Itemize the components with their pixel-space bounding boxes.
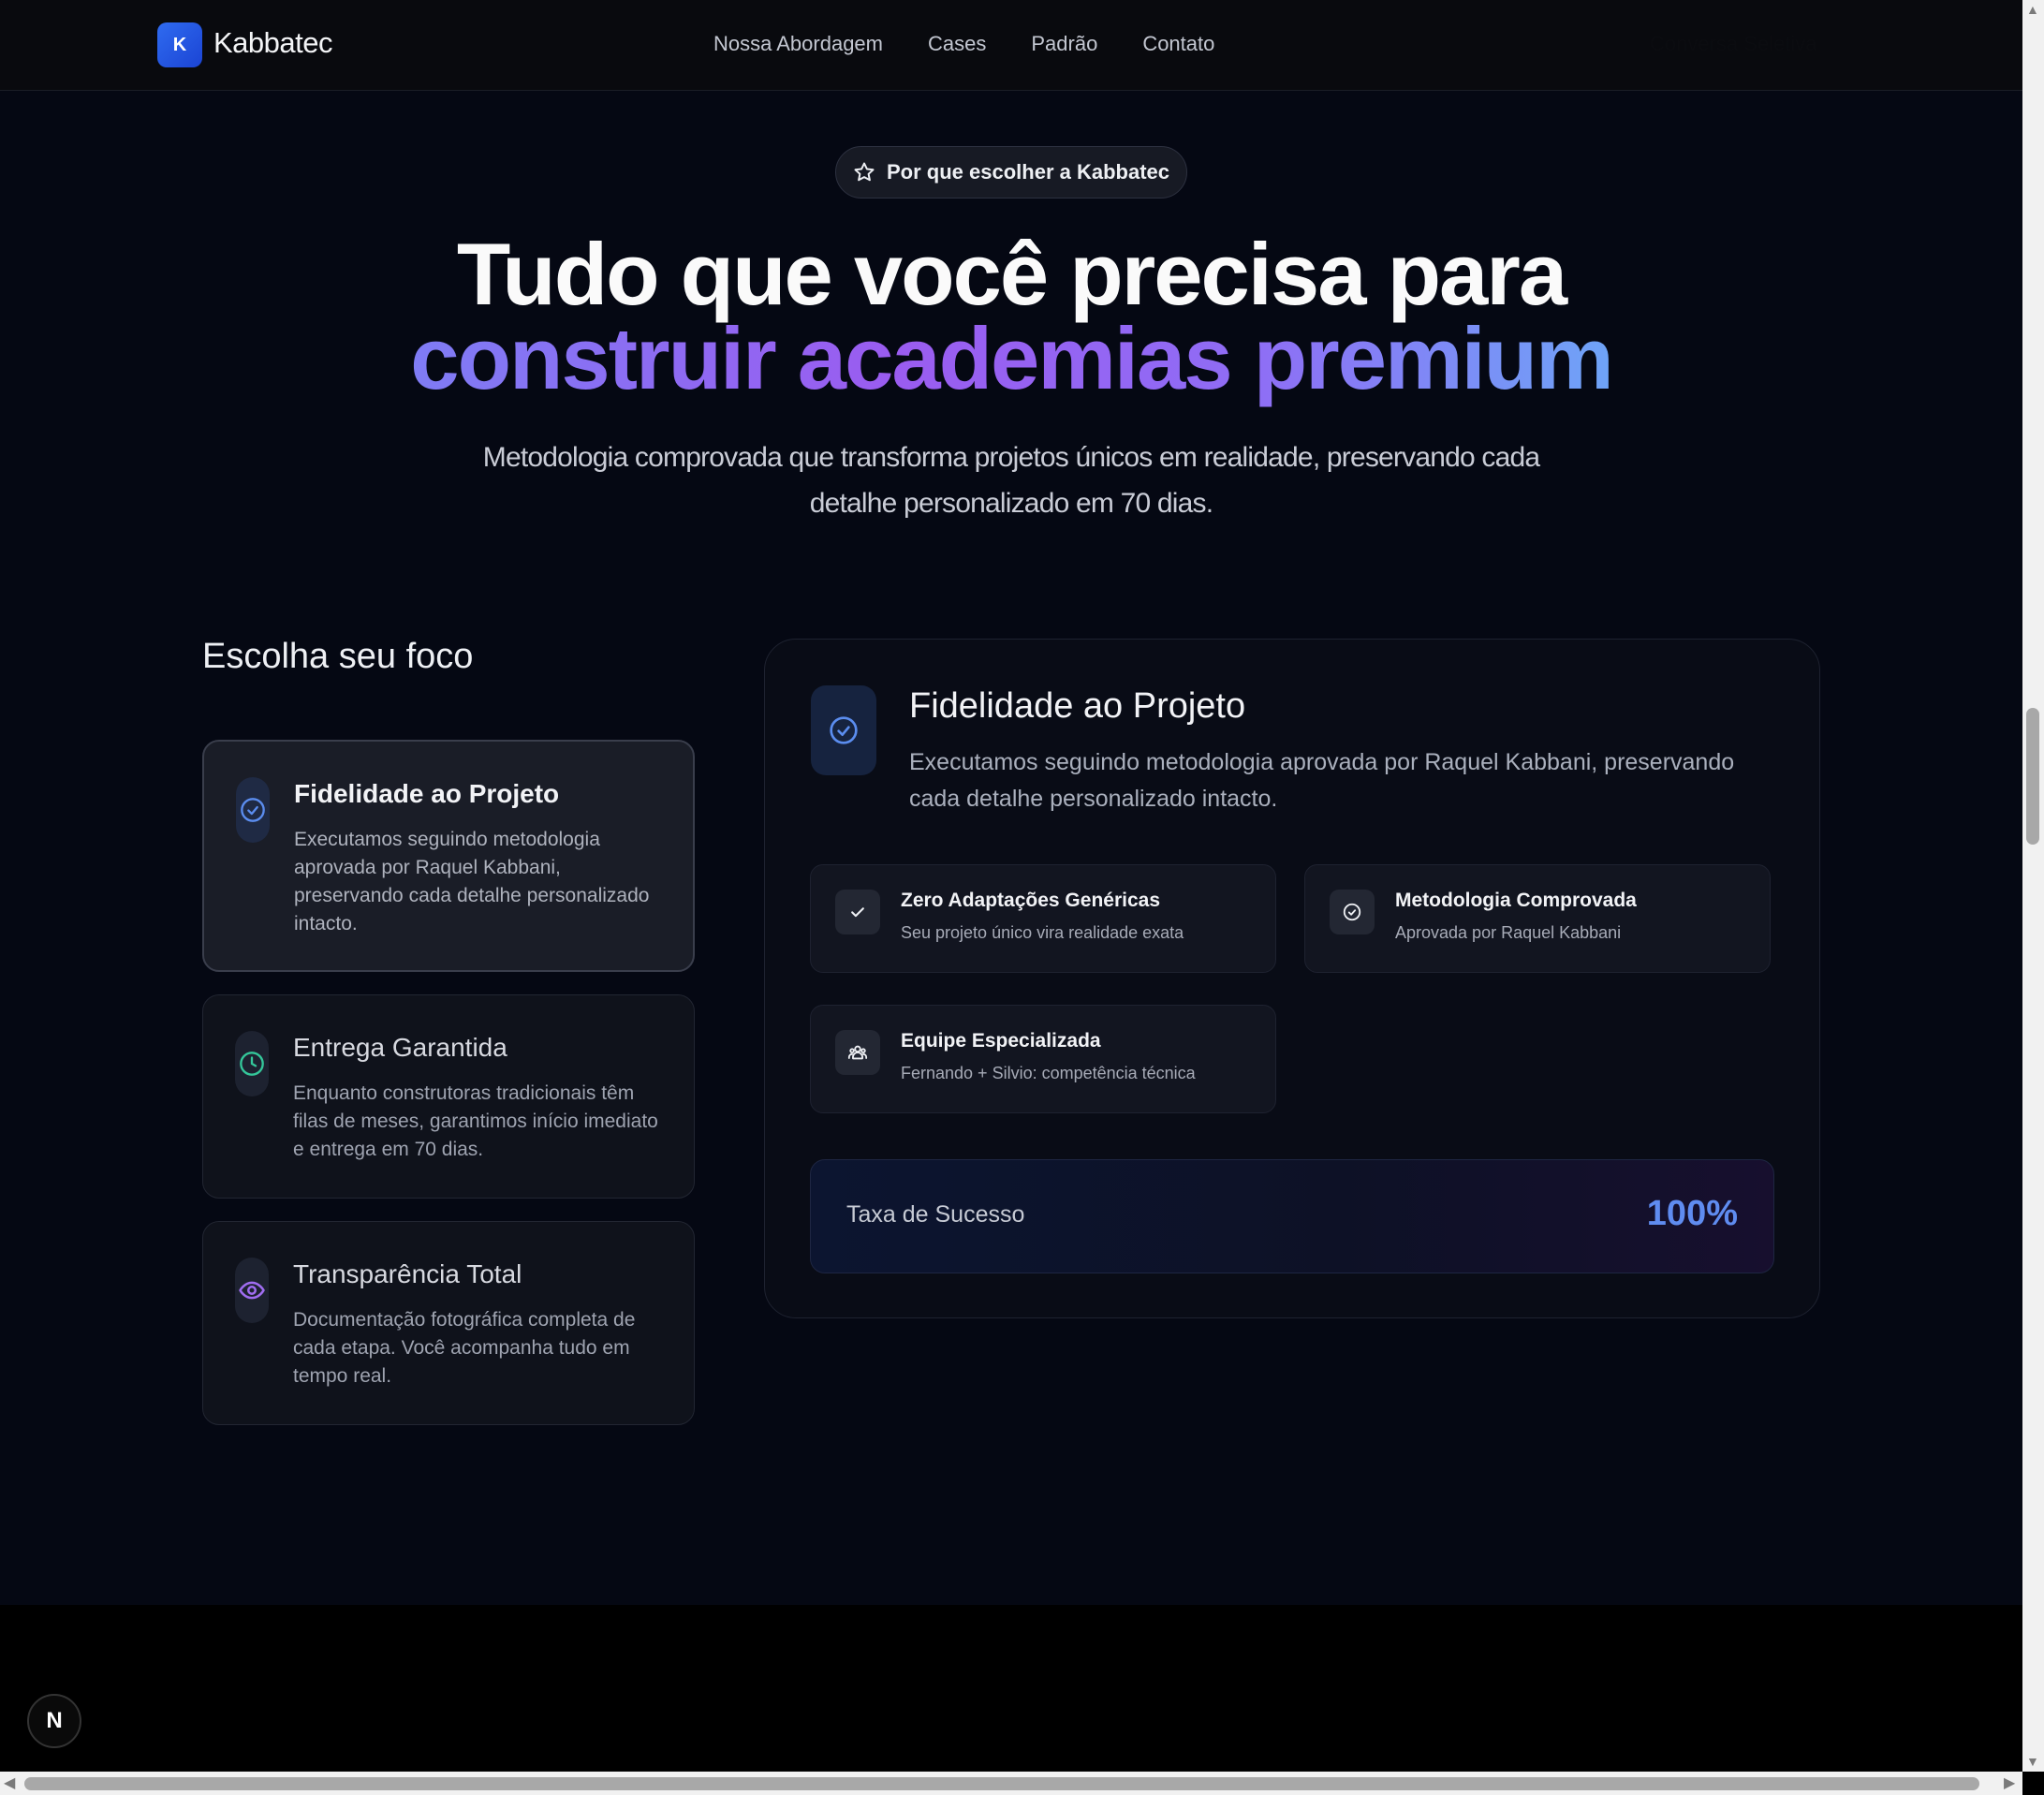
hero-title-line2: construir academias premium	[0, 307, 2022, 410]
scroll-up-arrow-icon[interactable]: ▲	[2026, 2, 2039, 17]
card-title: Transparência Total	[293, 1259, 522, 1288]
star-icon	[854, 162, 875, 182]
team-icon	[835, 1030, 880, 1075]
nextjs-badge-icon[interactable]: N	[27, 1694, 81, 1748]
card-desc: Enquanto construtoras tradicionais têm f…	[293, 1082, 658, 1160]
hero-title-gradient: construir academias premium	[410, 309, 1613, 407]
feature-desc: Aprovada por Raquel Kabbani	[1395, 923, 1622, 942]
focus-card-transparencia[interactable]: Transparência Total Documentação fotográ…	[202, 1221, 695, 1425]
scroll-down-arrow-icon[interactable]: ▼	[2026, 1754, 2039, 1769]
feature-title: Equipe Especializada	[901, 1030, 1101, 1052]
card-title: Fidelidade ao Projeto	[294, 779, 560, 808]
detail-desc: Executamos seguindo metodologia aprovada…	[909, 749, 1735, 812]
logo-letter: K	[172, 34, 187, 55]
scroll-right-arrow-icon[interactable]: ▶	[2004, 1773, 2015, 1792]
scroll-left-arrow-icon[interactable]: ◀	[4, 1773, 15, 1792]
success-rate-bar: Taxa de Sucesso 100%	[810, 1159, 1774, 1273]
brand-name[interactable]: Kabbatec	[213, 26, 333, 60]
detail-panel: Fidelidade ao Projeto Executamos seguind…	[764, 639, 1820, 1318]
feature-desc: Fernando + Silvio: competência técnica	[901, 1064, 1196, 1082]
check-circle-icon	[236, 777, 270, 843]
focus-card-entrega[interactable]: Entrega Garantida Enquanto construtoras …	[202, 994, 695, 1199]
success-rate-label: Taxa de Sucesso	[846, 1201, 1025, 1228]
focus-heading: Escolha seu foco	[202, 637, 474, 676]
nav-link-contato[interactable]: Contato	[1142, 32, 1214, 56]
feature-title: Metodologia Comprovada	[1395, 890, 1637, 911]
top-nav: K Kabbatec Nossa Abordagem Cases Padrão …	[0, 0, 2022, 91]
check-circle-icon	[1330, 890, 1375, 934]
nav-link-abordagem[interactable]: Nossa Abordagem	[713, 32, 883, 56]
card-desc: Executamos seguindo metodologia aprovada…	[294, 829, 650, 934]
detail-title: Fidelidade ao Projeto	[909, 686, 1246, 726]
clock-icon	[235, 1031, 269, 1096]
badge-label: Por que escolher a Kabbatec	[887, 160, 1169, 184]
card-title: Entrega Garantida	[293, 1033, 507, 1062]
feature-title: Zero Adaptações Genéricas	[901, 890, 1160, 911]
success-rate-value: 100%	[1646, 1194, 1738, 1233]
logo-icon[interactable]: K	[157, 22, 202, 67]
feature-desc: Seu projeto único vira realidade exata	[901, 923, 1184, 942]
nav-link-cases[interactable]: Cases	[928, 32, 986, 56]
feature-card: Metodologia Comprovada Aprovada por Raqu…	[1304, 864, 1771, 973]
horizontal-scrollbar-thumb[interactable]	[24, 1777, 1979, 1790]
feature-card: Zero Adaptações Genéricas Seu projeto ún…	[810, 864, 1276, 973]
feature-card: Equipe Especializada Fernando + Silvio: …	[810, 1005, 1276, 1113]
nav-links: Nossa Abordagem Cases Padrão Contato	[713, 32, 1214, 56]
nav-link-padrao[interactable]: Padrão	[1031, 32, 1097, 56]
check-icon	[835, 890, 880, 934]
eye-icon	[235, 1258, 269, 1323]
section-badge: Por que escolher a Kabbatec	[835, 146, 1187, 199]
footer-area	[0, 1605, 2022, 1772]
check-circle-icon	[811, 685, 876, 775]
focus-card-fidelidade[interactable]: Fidelidade ao Projeto Executamos seguind…	[202, 740, 695, 972]
hero-subtitle: Metodologia comprovada que transforma pr…	[482, 442, 1540, 519]
vertical-scrollbar-thumb[interactable]	[2026, 708, 2039, 845]
card-desc: Documentação fotográfica completa de cad…	[293, 1309, 636, 1387]
cta-button[interactable]: Conversa Seletiva	[1650, 32, 1817, 56]
vertical-scrollbar[interactable]	[2022, 0, 2044, 1772]
